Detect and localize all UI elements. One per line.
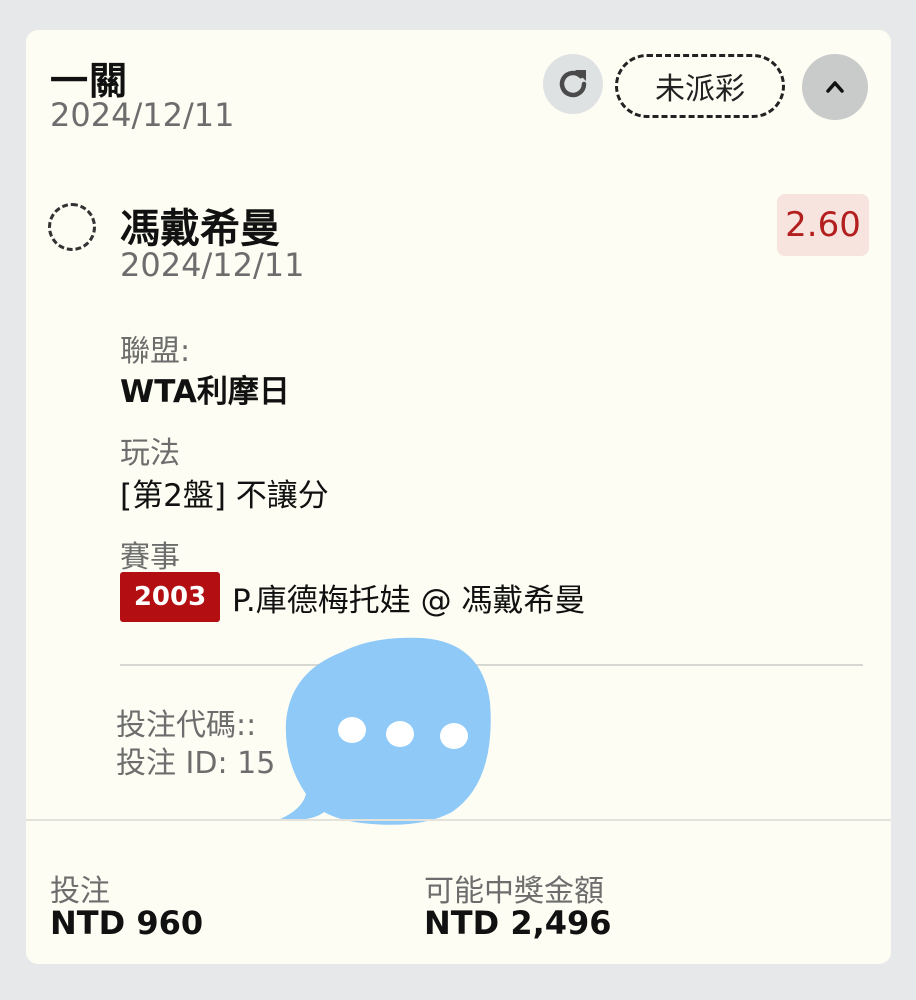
collapse-button[interactable]	[802, 54, 868, 120]
event-row: 2003 P.庫德梅托娃 @ 馮戴希曼	[120, 572, 585, 622]
chat-bubble-icon[interactable]	[272, 632, 502, 828]
event-code-badge: 2003	[120, 572, 220, 622]
event-match: P.庫德梅托娃 @ 馮戴希曼	[232, 582, 586, 619]
play-type-label: 玩法	[120, 436, 180, 471]
refresh-icon	[559, 70, 587, 98]
league-value: WTA利摩日	[120, 374, 290, 410]
event-label: 賽事	[120, 540, 180, 575]
bet-id-label: 投注 ID: 15	[116, 746, 276, 781]
selection-date: 2024/12/11	[120, 246, 305, 284]
footer-divider	[26, 819, 891, 821]
odds-badge: 2.60	[777, 194, 869, 256]
selection-radio[interactable]	[48, 203, 96, 251]
refresh-button[interactable]	[543, 54, 603, 114]
stake-value: NTD 960	[50, 904, 204, 942]
payout-value: NTD 2,496	[424, 904, 612, 942]
league-label: 聯盟:	[120, 334, 191, 369]
chevron-up-icon	[826, 81, 844, 93]
status-badge: 未派彩	[615, 54, 785, 118]
bet-date: 2024/12/11	[50, 96, 235, 134]
bet-card: 一關 2024/12/11 未派彩 馮戴希曼 2024/12/11 2.60 聯…	[26, 30, 891, 964]
play-type-value: [第2盤] 不讓分	[120, 478, 329, 514]
